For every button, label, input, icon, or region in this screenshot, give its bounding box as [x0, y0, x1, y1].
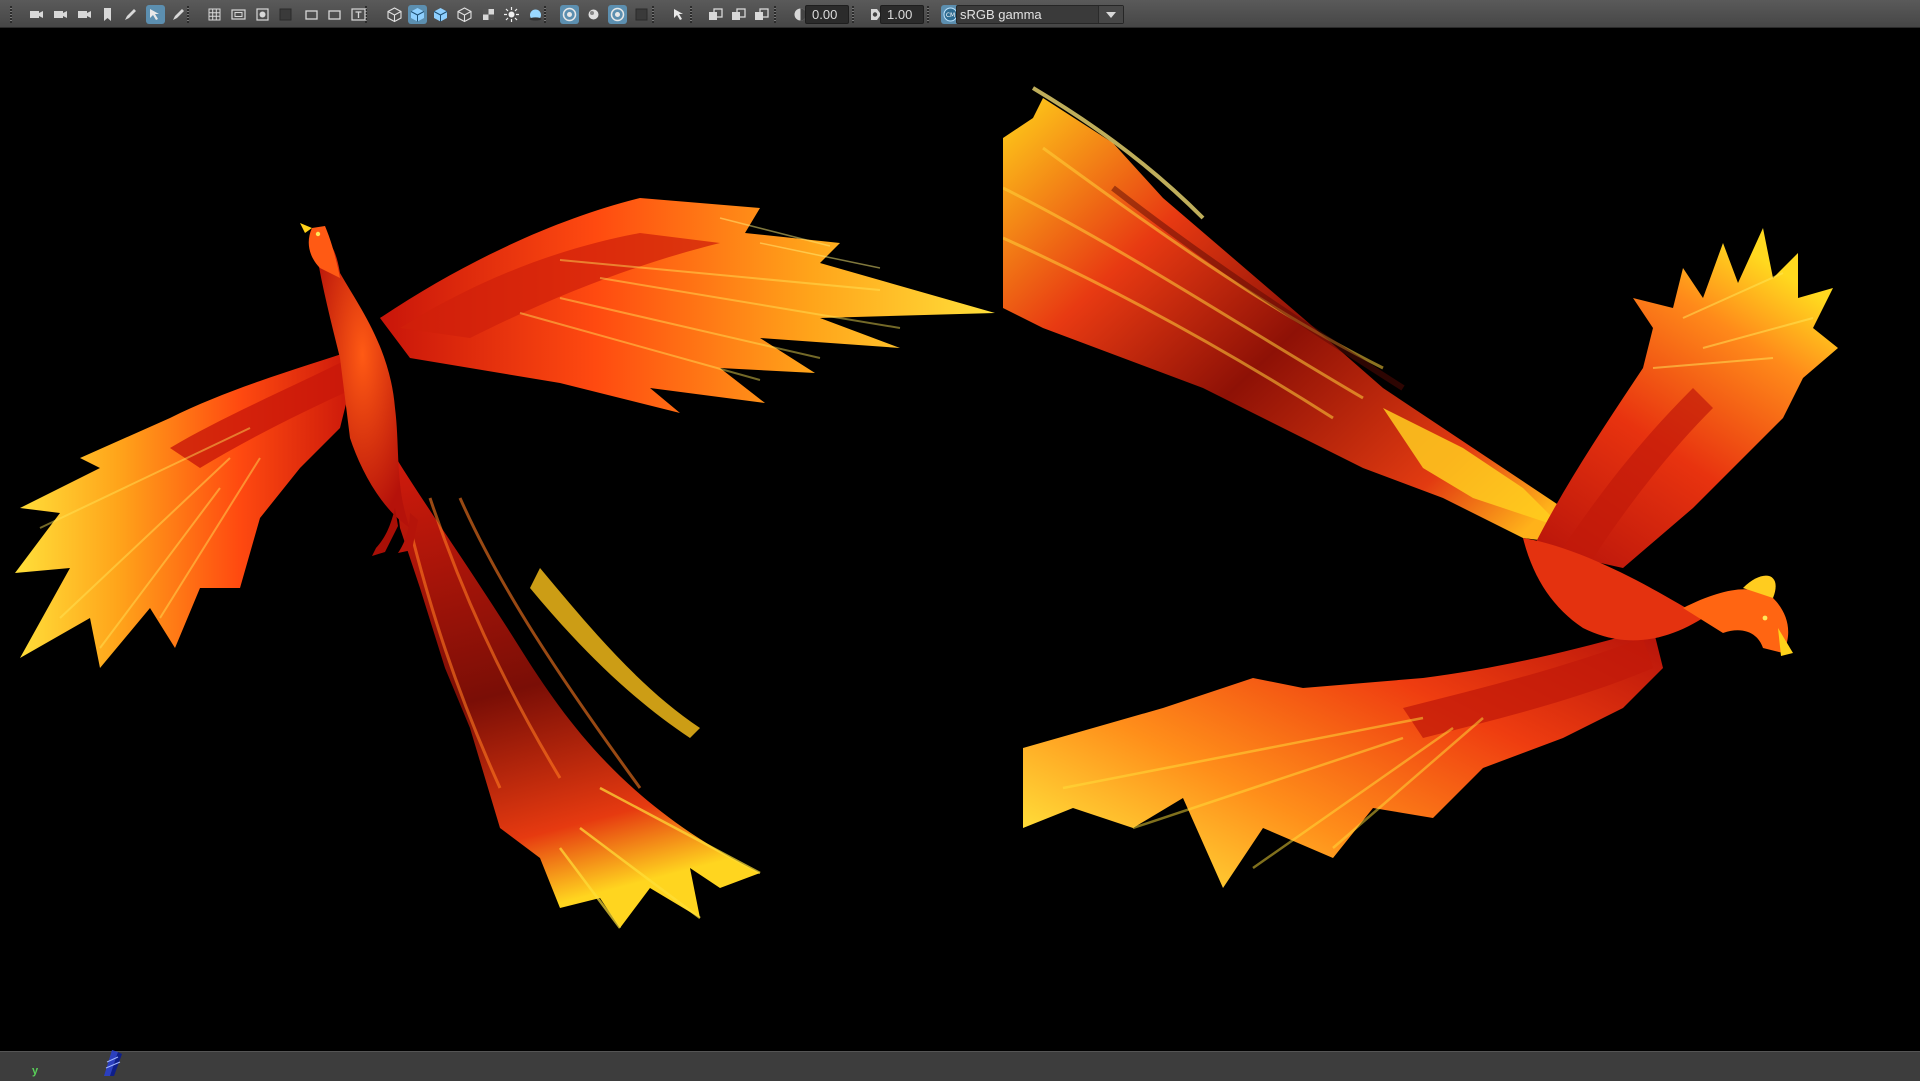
- gate-mask-button[interactable]: [276, 5, 295, 24]
- image-plane-icon: [125, 9, 136, 20]
- image-plane-button[interactable]: [121, 5, 140, 24]
- motion-blur-icon: [588, 9, 599, 20]
- grid-icon: [208, 8, 221, 21]
- isolate-select-button[interactable]: [670, 5, 689, 24]
- bookmark-button[interactable]: [98, 5, 117, 24]
- shadows-button[interactable]: [526, 5, 545, 24]
- camera-bookmark-button[interactable]: [75, 5, 94, 24]
- default-material-icon: [433, 8, 448, 22]
- smooth-shade-icon: [410, 8, 425, 22]
- grease-pencil-button[interactable]: [169, 5, 188, 24]
- xray-joints-button[interactable]: [752, 5, 771, 24]
- toolbar-separator: [927, 6, 929, 23]
- gate-mask-icon: [279, 8, 292, 21]
- wireframe-icon: [387, 7, 402, 23]
- resolution-gate-button[interactable]: [253, 5, 272, 24]
- phoenix-render-left: [0, 28, 1000, 1051]
- smooth-shade-button[interactable]: [408, 5, 427, 24]
- film-gate-button[interactable]: [229, 5, 248, 24]
- toolbar-separator: [652, 6, 654, 23]
- view-cube-gizmo-icon[interactable]: [96, 1048, 130, 1078]
- use-all-lights-icon: [504, 7, 519, 22]
- camera-bookmark-icon: [78, 11, 91, 18]
- depth-of-field-icon: [635, 8, 648, 21]
- anti-aliasing-button[interactable]: [608, 5, 627, 24]
- xray-button[interactable]: [706, 5, 725, 24]
- wireframe-on-shaded-button[interactable]: [455, 5, 474, 24]
- view-transform-label: sRGB gamma: [960, 7, 1042, 22]
- xray-joints-icon: [755, 8, 769, 20]
- field-chart-button[interactable]: [302, 5, 321, 24]
- isolate-select-icon: [674, 9, 683, 20]
- safe-title-button[interactable]: [349, 5, 368, 24]
- toolbar-separator: [690, 6, 692, 23]
- motion-blur-button[interactable]: [584, 5, 603, 24]
- xray-icon: [709, 8, 723, 20]
- camera-attributes-button[interactable]: [51, 5, 70, 24]
- view-transform-dropdown[interactable]: sRGB gamma: [956, 5, 1124, 24]
- field-chart-icon: [305, 10, 318, 20]
- safe-title-icon: [351, 8, 366, 21]
- toolbar-separator: [774, 6, 776, 23]
- phoenix-side-view-image: [1003, 86, 1838, 888]
- toolbar-separator: [10, 6, 12, 23]
- bookmark-icon: [104, 8, 111, 21]
- phoenix-top-view-image: [15, 198, 995, 929]
- camera-button[interactable]: [27, 5, 46, 24]
- camera-attributes-icon: [54, 11, 67, 18]
- shadows-icon: [529, 9, 542, 21]
- default-material-button[interactable]: [431, 5, 450, 24]
- chevron-down-icon: [1106, 11, 1116, 18]
- grease-pencil-icon: [173, 9, 184, 20]
- wireframe-on-shaded-icon: [457, 7, 472, 23]
- grid-button[interactable]: [205, 5, 224, 24]
- anti-aliasing-icon: [610, 7, 625, 22]
- two-d-pan-zoom-button[interactable]: [146, 5, 165, 24]
- xray-active-components-icon: [732, 8, 746, 20]
- film-gate-icon: [231, 9, 246, 20]
- screen-space-ao-button[interactable]: [560, 5, 579, 24]
- viewport-toolbar: CM 0.00 1.00 sRGB gamma: [0, 0, 1920, 28]
- use-all-lights-button[interactable]: [502, 5, 521, 24]
- phoenix-render-right: [1003, 28, 1920, 1051]
- xray-active-components-button[interactable]: [729, 5, 748, 24]
- axis-label-y: y: [32, 1065, 39, 1077]
- resolution-gate-icon: [256, 8, 269, 21]
- safe-action-icon: [328, 10, 341, 20]
- toolbar-separator: [852, 6, 854, 23]
- svg-text:CM: CM: [946, 12, 955, 19]
- wireframe-button[interactable]: [385, 5, 404, 24]
- dropdown-arrow[interactable]: [1098, 6, 1123, 23]
- textured-button[interactable]: [479, 5, 498, 24]
- depth-of-field-button[interactable]: [632, 5, 651, 24]
- screen-space-ao-icon: [562, 7, 577, 22]
- viewport-footer: y: [0, 1048, 1920, 1081]
- scene-viewport[interactable]: [0, 28, 1920, 1051]
- exposure-field[interactable]: 0.00: [805, 5, 849, 24]
- camera-icon: [30, 11, 43, 18]
- gamma-field[interactable]: 1.00: [880, 5, 924, 24]
- textured-icon: [483, 9, 494, 20]
- safe-action-button[interactable]: [325, 5, 344, 24]
- two-d-pan-zoom-icon: [150, 9, 159, 20]
